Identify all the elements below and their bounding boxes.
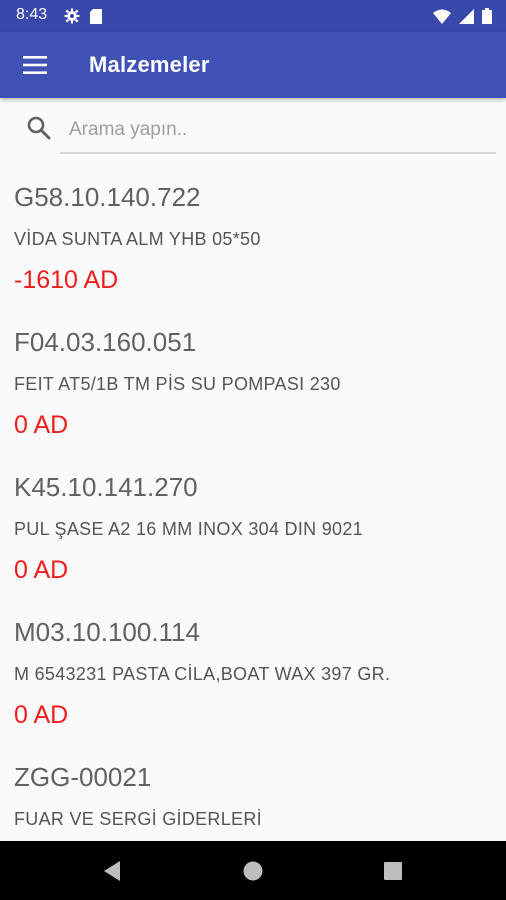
signal-icon [459,8,474,24]
material-name: FUAR VE SERGİ GİDERLERİ [14,809,262,829]
material-name: M 6543231 PASTA CİLA,BOAT WAX 397 GR. [14,664,391,684]
system-nav-bar [0,841,506,900]
material-quantity: 0 AD [14,411,69,439]
list-item[interactable]: G58.10.140.722 VİDA SUNTA ALM YHB 05*50 … [0,172,506,317]
material-code: G58.10.140.722 [14,182,201,212]
material-name: FEIT AT5/1B TM PİS SU POMPASI 230 [14,374,341,394]
material-quantity: 0 AD [14,556,69,584]
status-time: 8:43 [16,6,48,23]
recents-icon[interactable] [383,861,403,881]
home-icon[interactable] [242,860,264,882]
status-left-icons [64,8,102,24]
menu-button[interactable] [14,45,56,85]
search-input[interactable] [60,108,496,154]
page-title: Malzemeler [89,52,210,77]
back-icon[interactable] [102,860,122,882]
material-name: PUL ŞASE A2 16 MM INOX 304 DIN 9021 [14,519,363,539]
gear-icon [64,8,80,24]
battery-icon [482,8,492,24]
status-right-icons [433,8,492,24]
material-code: K45.10.141.270 [14,472,198,502]
material-code: ZGG-00021 [14,762,152,792]
hamburger-menu-icon[interactable] [23,56,47,74]
material-name: VİDA SUNTA ALM YHB 05*50 [14,229,261,249]
list-item[interactable]: K45.10.141.270 PUL ŞASE A2 16 MM INOX 30… [0,462,506,607]
material-quantity: -1610 AD [14,266,119,294]
sd-card-icon [90,8,102,24]
list-item[interactable]: ZGG-00021 FUAR VE SERGİ GİDERLERİ [0,752,506,841]
status-bar: 8:43 [0,0,506,32]
wifi-icon [433,9,451,24]
recents-button[interactable] [380,858,406,884]
search-icon [27,116,51,140]
material-list: G58.10.140.722 VİDA SUNTA ALM YHB 05*50 … [0,172,506,841]
material-code: M03.10.100.114 [14,617,200,647]
list-item[interactable]: F04.03.160.051 FEIT AT5/1B TM PİS SU POM… [0,317,506,462]
back-button[interactable] [99,858,125,884]
search-bar [0,100,506,160]
home-button[interactable] [240,858,266,884]
material-quantity: 0 AD [14,701,69,729]
list-item[interactable]: M03.10.100.114 M 6543231 PASTA CİLA,BOAT… [0,607,506,752]
material-code: F04.03.160.051 [14,327,197,357]
app-bar: Malzemeler [0,32,506,98]
